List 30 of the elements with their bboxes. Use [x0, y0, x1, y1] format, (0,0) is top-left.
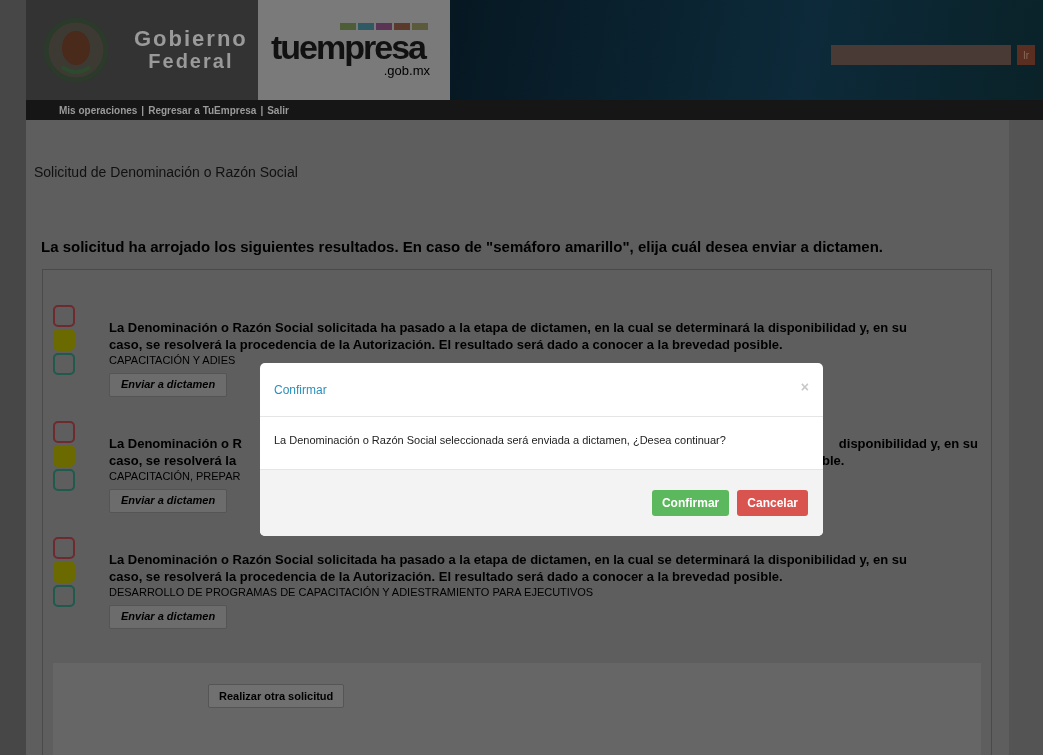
- denomination-name: CAPACITACIÓN Y ADIES: [109, 352, 236, 367]
- result-text: caso, se resolverá la procedencia de la Autorización. El resultado será dado a conocer a la brevedad posible.: [109, 568, 783, 584]
- instructions-heading: La solicitud ha arrojado los siguientes resultados. En caso de "semáforo amarillo", elija cuál desea enviar a dictamen.: [41, 237, 883, 257]
- confirm-button[interactable]: Confirmar: [651, 490, 730, 516]
- search-field[interactable]: [831, 45, 1011, 65]
- nav-link[interactable]: Regresar a TuEmpresa: [148, 102, 257, 118]
- denomination-name: CAPACITACIÓN, PREPAR: [109, 468, 241, 483]
- page-title: Solicitud de Denominación o Razón Social: [34, 163, 298, 182]
- separator: |: [141, 103, 145, 118]
- dialog-message: La Denominación o Razón Social seleccionada será enviada a dictamen, ¿Desea continuar?: [274, 433, 727, 447]
- new-request-button[interactable]: Realizar otra solicitud: [208, 683, 345, 708]
- denomination-name: DESARROLLO DE PROGRAMAS DE CAPACITACIÓN Y ADIESTRAMIENTO PARA EJECUTIVOS: [109, 584, 594, 599]
- separator: |: [260, 103, 264, 118]
- brand-logo: tuempresa .gob.mx: [258, 0, 450, 100]
- result-text: caso, se resolverá la: [109, 452, 237, 468]
- government-logo: Gobierno Federal: [134, 28, 248, 72]
- result-text: caso, se resolverá la procedencia de la Autorización. El resultado será dado a conocer a la brevedad posible.: [109, 336, 783, 352]
- nav-link[interactable]: Salir: [267, 102, 289, 118]
- result-text: disponibilidad y, en su: [838, 434, 978, 452]
- cancel-button[interactable]: Cancelar: [737, 490, 808, 516]
- nav-link[interactable]: Mis operaciones: [59, 102, 138, 118]
- seal-icon: [44, 15, 108, 85]
- send-to-review-button[interactable]: Enviar a dictamen: [109, 604, 228, 629]
- result-text: ble.: [822, 451, 845, 469]
- send-to-review-button[interactable]: Enviar a dictamen: [109, 488, 228, 513]
- result-text: La Denominación o Razón Social solicitada ha pasado a la etapa de dictamen, en la cual se determinará la disponibilidad y, en su: [109, 551, 908, 567]
- dialog-title: Confirmar: [274, 381, 327, 399]
- result-text: La Denominación o R: [109, 435, 242, 451]
- result-text: La Denominación o Razón Social solicitada ha pasado a la etapa de dictamen, en la cual se determinará la disponibilidad y, en su: [109, 319, 908, 335]
- send-to-review-button[interactable]: Enviar a dictamen: [109, 372, 228, 397]
